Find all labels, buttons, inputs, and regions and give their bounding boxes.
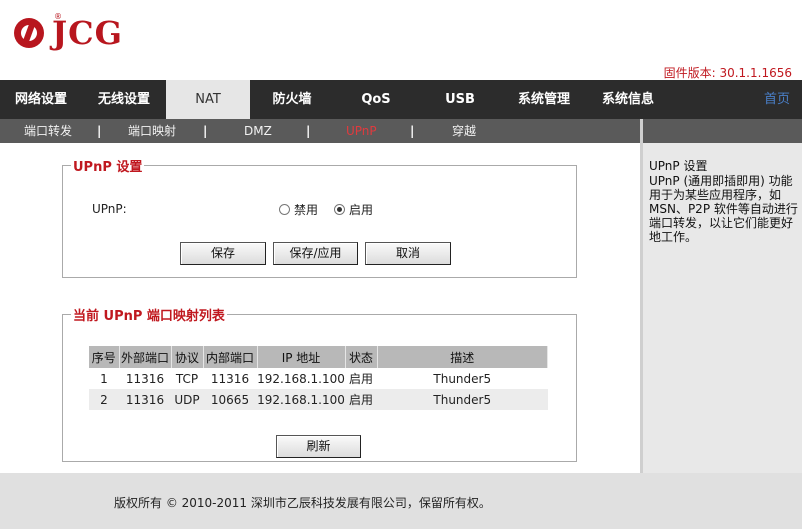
cell-protocol: TCP <box>175 371 199 386</box>
column-header-external-port: 外部端口 <box>119 346 172 368</box>
cell-description: Thunder5 <box>433 371 492 386</box>
subnav-traversal[interactable]: 穿越 <box>452 119 476 143</box>
sub-nav: 端口转发 | 端口映射 | DMZ | UPnP | 穿越 <box>0 119 640 143</box>
cell-internal-port: 11316 <box>210 371 250 386</box>
registered-icon: ® <box>54 12 62 21</box>
main-nav: 网络设置 无线设置 NAT 防火墙 QoS USB 系统管理 系统信息 首页 <box>0 80 802 119</box>
upnp-enable-radio[interactable] <box>334 204 346 215</box>
upnp-disable-label: 禁用 <box>294 203 319 217</box>
subnav-separator: | <box>306 124 311 138</box>
cell-ip-address: 192.168.1.100 <box>257 389 345 410</box>
save-button[interactable]: 保存 <box>180 242 266 265</box>
cell-description: Thunder5 <box>377 389 548 410</box>
column-header-protocol: 协议 <box>171 346 204 368</box>
subnav-port-mapping[interactable]: 端口映射 <box>128 119 176 143</box>
upnp-settings-title: UPnP 设置 <box>73 160 143 175</box>
cell-status: 启用 <box>345 389 377 410</box>
help-text: UPnP (通用即插即用) 功能用于为某些应用程序，如 MSN、P2P 软件等自… <box>649 174 798 244</box>
upnp-mapping-title: 当前 UPnP 端口映射列表 <box>73 309 225 324</box>
column-header-index: 序号 <box>89 346 120 368</box>
nav-system-management[interactable]: 系统管理 <box>502 80 586 119</box>
nav-nat[interactable]: NAT <box>166 80 250 119</box>
column-header-ip-address: IP 地址 <box>257 346 346 368</box>
save-apply-button[interactable]: 保存/应用 <box>273 242 358 265</box>
logo: ® JCG <box>14 12 123 52</box>
nav-wireless-settings[interactable]: 无线设置 <box>82 80 166 119</box>
subnav-dmz[interactable]: DMZ <box>244 119 272 143</box>
cancel-button[interactable]: 取消 <box>365 242 451 265</box>
cell-status: 启用 <box>348 372 373 386</box>
brand-name: JCG <box>52 14 123 52</box>
subnav-separator: | <box>97 124 102 138</box>
column-header-status: 状态 <box>345 346 378 368</box>
jcg-logo-icon <box>14 18 44 48</box>
header: ® JCG 固件版本: 30.1.1.1656 <box>0 0 802 80</box>
table-row: 2 11316 UDP 10665 192.168.1.100 启用 Thund… <box>89 389 548 410</box>
cell-index: 2 <box>89 389 119 410</box>
cell-index: 1 <box>100 371 108 386</box>
help-panel-strip <box>643 119 802 143</box>
help-title: UPnP 设置 <box>649 159 708 173</box>
firmware-version: 固件版本: 30.1.1.1656 <box>663 66 792 80</box>
home-link[interactable]: 首页 <box>764 80 790 119</box>
cell-ip-address: 192.168.1.100 <box>257 371 345 386</box>
upnp-radio-group: 禁用 启用 <box>279 201 389 218</box>
help-panel: UPnP 设置 UPnP (通用即插即用) 功能用于为某些应用程序，如 MSN、… <box>640 119 802 473</box>
table-row: 1 11316 TCP 11316 192.168.1.100 启用 Thund… <box>89 368 548 389</box>
cell-external-port: 11316 <box>119 389 171 410</box>
table-header-row: 序号 外部端口 协议 内部端口 IP 地址 状态 描述 <box>89 346 548 368</box>
subnav-upnp[interactable]: UPnP <box>346 119 377 143</box>
copyright-text: 版权所有 © 2010-2011 深圳市乙辰科技发展有限公司，保留所有权。 <box>114 496 491 510</box>
upnp-disable-radio[interactable] <box>279 204 290 215</box>
subnav-separator: | <box>410 124 415 138</box>
upnp-enable-label: 启用 <box>349 203 374 217</box>
footer: 版权所有 © 2010-2011 深圳市乙辰科技发展有限公司，保留所有权。 <box>0 473 802 529</box>
subnav-port-forwarding[interactable]: 端口转发 <box>24 119 72 143</box>
nav-firewall[interactable]: 防火墙 <box>250 80 334 119</box>
cell-external-port: 11316 <box>125 371 165 386</box>
nav-system-info[interactable]: 系统信息 <box>586 80 670 119</box>
nav-usb[interactable]: USB <box>418 80 502 119</box>
nav-network-settings[interactable]: 网络设置 <box>0 80 82 119</box>
upnp-mapping-table: 序号 外部端口 协议 内部端口 IP 地址 状态 描述 1 11316 TCP … <box>89 346 548 410</box>
upnp-label: UPnP: <box>92 202 127 216</box>
refresh-button[interactable]: 刷新 <box>276 435 361 458</box>
column-header-description: 描述 <box>377 346 548 368</box>
cell-protocol: UDP <box>171 389 203 410</box>
column-header-internal-port: 内部端口 <box>203 346 258 368</box>
cell-internal-port: 10665 <box>203 389 257 410</box>
subnav-separator: | <box>203 124 208 138</box>
nav-qos[interactable]: QoS <box>334 80 418 119</box>
